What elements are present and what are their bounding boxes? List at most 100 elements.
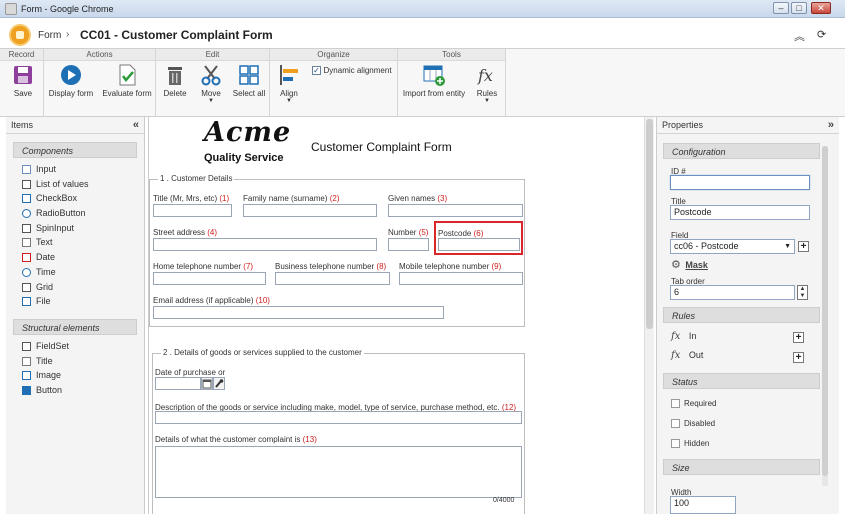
- date-of-purchase-input[interactable]: [155, 377, 201, 390]
- postcode-input[interactable]: [438, 238, 520, 251]
- tab-order-stepper[interactable]: ▲ ▼: [797, 285, 808, 300]
- canvas-scrollbar[interactable]: [644, 117, 654, 514]
- calendar-icon: [22, 253, 31, 263]
- form-canvas: Acme Quality Service Customer Complaint …: [148, 117, 654, 514]
- item-input[interactable]: Input: [6, 162, 144, 177]
- item-label: Image: [36, 370, 62, 381]
- item-image[interactable]: Image: [6, 368, 144, 383]
- fx-out-icon: fx: [671, 350, 681, 361]
- postcode-selected-field[interactable]: Postcode (6): [434, 221, 523, 255]
- item-label: Input: [36, 164, 57, 174]
- calendar-icon[interactable]: [201, 377, 213, 390]
- ribbon-group-edit: Edit Delete Move ▼ Select all: [156, 49, 270, 117]
- list-icon: [22, 179, 31, 189]
- maximize-button[interactable]: □: [791, 2, 807, 14]
- select-all-button[interactable]: Select all: [230, 64, 268, 98]
- required-checkbox[interactable]: [671, 399, 680, 408]
- close-button[interactable]: ✕: [811, 2, 831, 14]
- title-prop-input[interactable]: Postcode: [670, 205, 810, 220]
- date-clear-icon[interactable]: [213, 377, 225, 390]
- mask-link[interactable]: ⚙ Mask: [671, 258, 708, 271]
- collapse-left-icon[interactable]: «: [133, 117, 139, 134]
- title-field-label: Title (Mr, Mrs, etc) (1): [153, 194, 230, 203]
- check-document-icon: [116, 64, 138, 86]
- id-input[interactable]: [670, 175, 810, 190]
- breadcrumb-root[interactable]: Form: [38, 30, 61, 41]
- properties-scrollbar-thumb[interactable]: [822, 146, 828, 476]
- rule-out-item[interactable]: fx Out: [671, 350, 703, 361]
- ribbon-toolbar: Record Save Actions Display form Evaluat…: [0, 49, 845, 117]
- description-input[interactable]: [155, 411, 522, 424]
- input-icon: [22, 165, 31, 174]
- mobile-telephone-input[interactable]: [399, 272, 523, 285]
- item-label: Date: [36, 252, 56, 263]
- business-telephone-input[interactable]: [275, 272, 390, 285]
- import-from-entity-button[interactable]: Import from entity: [402, 64, 466, 98]
- check-icon: ✓: [312, 66, 321, 76]
- title-input[interactable]: [153, 204, 232, 217]
- field-select[interactable]: cc06 - Postcode ▼: [670, 239, 795, 254]
- disabled-label: Disabled: [684, 419, 716, 428]
- properties-panel-header: Properties »: [657, 117, 839, 134]
- refresh-icon[interactable]: ⟳: [817, 28, 826, 41]
- date-of-purchase-label: Date of purchase or: [155, 368, 226, 377]
- item-date[interactable]: Date: [6, 250, 144, 265]
- stepper-up-icon[interactable]: ▲: [798, 286, 807, 293]
- complaint-details-textarea[interactable]: [155, 446, 522, 498]
- save-button[interactable]: Save: [8, 64, 38, 98]
- collapse-right-icon[interactable]: »: [828, 117, 834, 134]
- item-time[interactable]: Time: [6, 265, 144, 280]
- tab-order-input[interactable]: 6: [670, 285, 795, 300]
- svg-text:fx: fx: [477, 66, 493, 85]
- street-address-input[interactable]: [153, 238, 377, 251]
- rules-button[interactable]: fx Rules ▼: [472, 64, 502, 104]
- delete-button[interactable]: Delete: [160, 64, 190, 98]
- email-address-input[interactable]: [153, 306, 444, 319]
- collapse-header-icon[interactable]: ︽: [794, 28, 805, 44]
- disabled-checkbox[interactable]: [671, 419, 680, 428]
- canvas-scrollbar-thumb[interactable]: [646, 119, 653, 329]
- number-input[interactable]: [388, 238, 429, 251]
- add-rule-out-icon[interactable]: +: [793, 352, 804, 363]
- item-checkbox[interactable]: CheckBox: [6, 191, 144, 206]
- add-rule-in-icon[interactable]: +: [793, 332, 804, 343]
- home-telephone-label: Home telephone number (7): [153, 262, 254, 271]
- gear-icon: ⚙: [671, 259, 681, 271]
- street-address-label: Street address (4): [153, 228, 218, 237]
- minimize-button[interactable]: –: [773, 2, 789, 14]
- family-name-input[interactable]: [243, 204, 377, 217]
- display-form-button[interactable]: Display form: [46, 64, 96, 98]
- rule-in-item[interactable]: fx In: [671, 331, 696, 342]
- customer-details-fieldset[interactable]: 1 . Customer Details Title (Mr, Mrs, etc…: [149, 174, 525, 327]
- browser-page-icon: [5, 3, 17, 15]
- hidden-checkbox[interactable]: [671, 439, 680, 448]
- item-fieldset[interactable]: FieldSet: [6, 339, 144, 354]
- item-file[interactable]: File: [6, 294, 144, 309]
- goods-services-fieldset[interactable]: 2 . Details of goods or services supplie…: [152, 348, 525, 514]
- mobile-telephone-label: Mobile telephone number (9): [399, 262, 502, 271]
- item-radiobutton[interactable]: RadioButton: [6, 206, 144, 221]
- home-telephone-input[interactable]: [153, 272, 266, 285]
- dynamic-alignment-checkbox[interactable]: ✓ Dynamic alignment: [312, 65, 392, 76]
- item-label: Title: [36, 355, 53, 366]
- structural-list: FieldSet Title Image Button: [6, 339, 144, 398]
- item-grid[interactable]: Grid: [6, 280, 144, 295]
- width-input[interactable]: 100: [670, 496, 736, 514]
- move-button[interactable]: Move ▼: [196, 64, 226, 104]
- properties-scrollbar[interactable]: [822, 146, 828, 486]
- rules-section: Rules: [663, 307, 820, 323]
- item-title[interactable]: Title: [6, 354, 144, 369]
- complaint-details-label: Details of what the customer complaint i…: [155, 435, 317, 444]
- item-text[interactable]: Text: [6, 235, 144, 250]
- item-button[interactable]: Button: [6, 383, 144, 398]
- item-list-of-values[interactable]: List of values: [6, 177, 144, 192]
- status-section: Status: [663, 373, 820, 389]
- add-field-icon[interactable]: +: [798, 241, 809, 252]
- align-button[interactable]: Align ▼: [274, 64, 304, 104]
- given-names-input[interactable]: [388, 204, 523, 217]
- evaluate-form-button[interactable]: Evaluate form: [100, 64, 154, 98]
- stepper-down-icon[interactable]: ▼: [798, 293, 807, 300]
- align-left-icon: [278, 64, 300, 86]
- item-spininput[interactable]: SpinInput: [6, 221, 144, 236]
- fx-in-icon: fx: [671, 331, 681, 342]
